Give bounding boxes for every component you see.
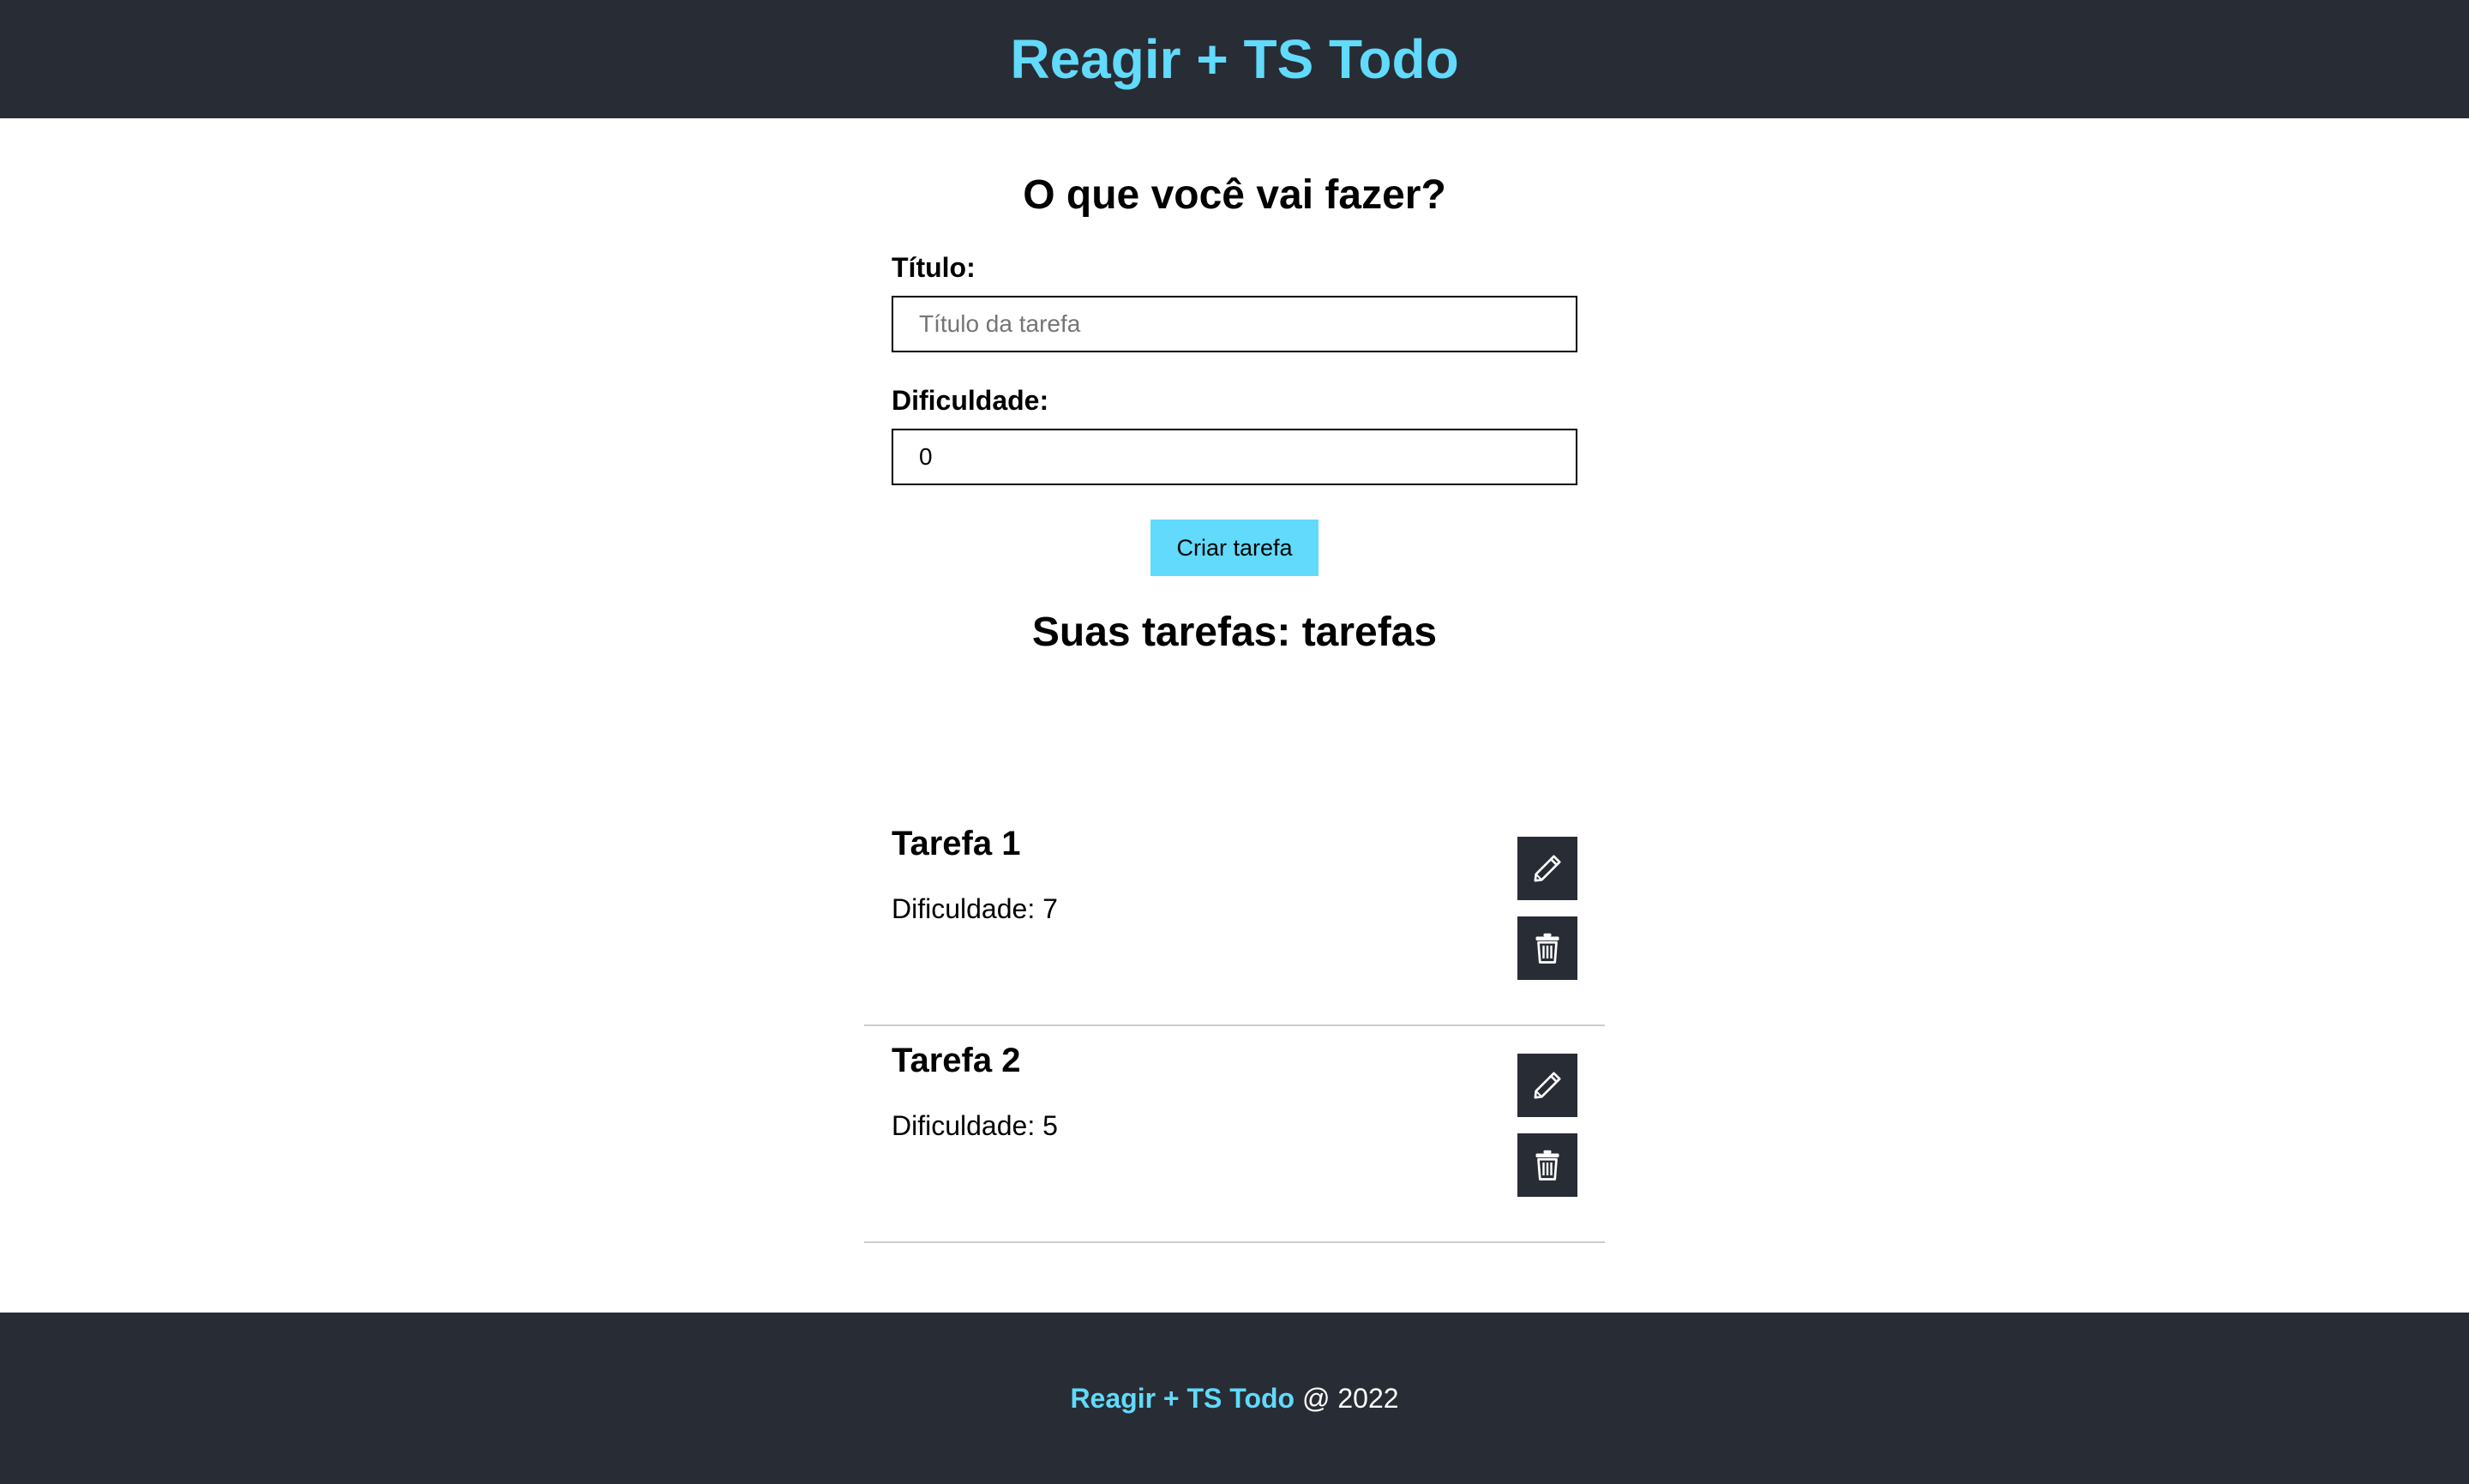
pencil-icon — [1534, 1072, 1561, 1099]
edit-task-button[interactable] — [1517, 837, 1577, 900]
task-difficulty: Dificuldade: 7 — [892, 893, 1058, 924]
delete-task-button[interactable] — [1517, 916, 1577, 980]
footer-brand: Reagir + TS Todo — [1070, 1382, 1295, 1414]
pencil-icon — [1534, 855, 1561, 882]
task-title: Tarefa 2 — [892, 1042, 1021, 1079]
title-label: Título: — [892, 252, 976, 283]
difficulty-input[interactable] — [892, 429, 1577, 485]
difficulty-label: Dificuldade: — [892, 385, 1049, 416]
trash-icon — [1535, 933, 1559, 964]
task-difficulty: Dificuldade: 5 — [892, 1110, 1058, 1141]
task-item: Tarefa 1 Dificuldade: 7 — [864, 809, 1605, 1026]
task-title: Tarefa 1 — [892, 825, 1021, 862]
form-heading: O que você vai fazer? — [1023, 172, 1446, 218]
app-footer: Reagir + TS Todo @ 2022 — [0, 1313, 2469, 1484]
app-header: Reagir + TS Todo — [0, 0, 2469, 118]
delete-task-button[interactable] — [1517, 1133, 1577, 1197]
footer-copyright: @ 2022 — [1301, 1382, 1399, 1414]
create-task-button[interactable]: Criar tarefa — [1150, 520, 1319, 576]
trash-icon — [1535, 1150, 1559, 1181]
task-list-heading: Suas tarefas: tarefas — [1031, 610, 1438, 655]
app-title: Reagir + TS Todo — [1010, 28, 1459, 90]
edit-task-button[interactable] — [1517, 1054, 1577, 1117]
title-input[interactable] — [892, 296, 1577, 352]
task-item: Tarefa 2 Dificuldade: 5 — [864, 1026, 1605, 1243]
